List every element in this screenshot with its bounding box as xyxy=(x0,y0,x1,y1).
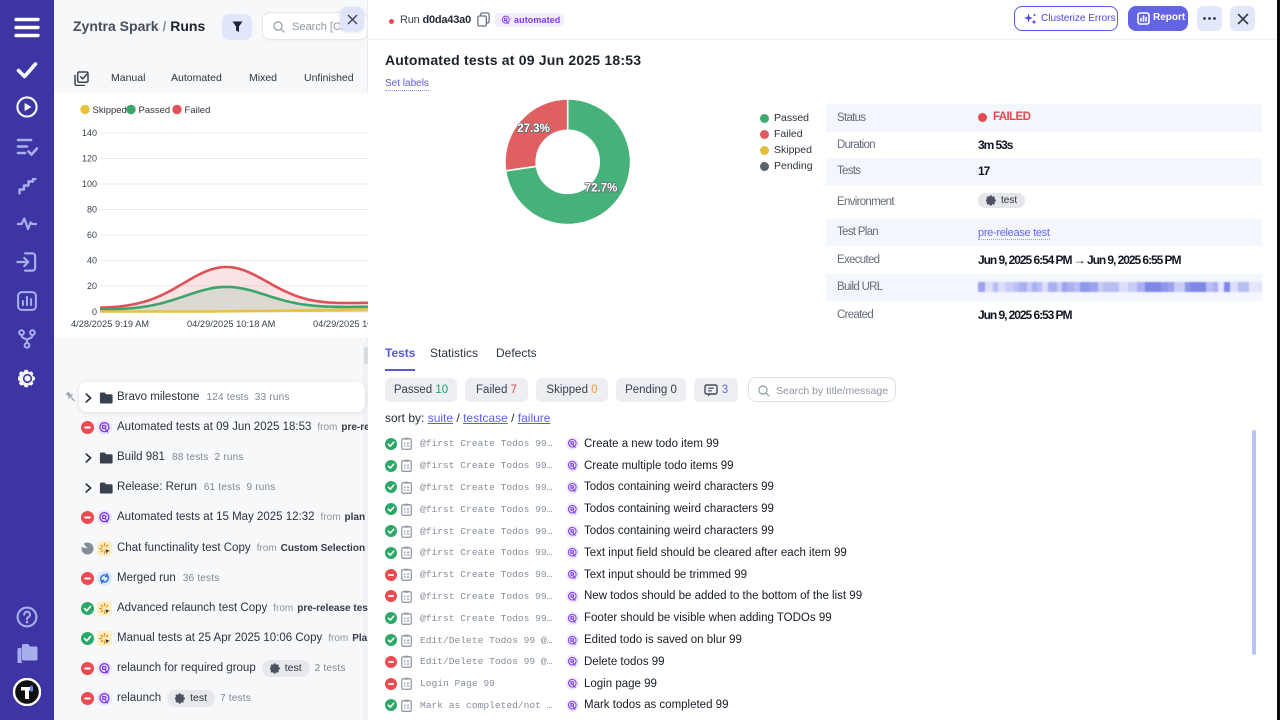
svg-text:100: 100 xyxy=(82,179,97,189)
svg-text:72.7%: 72.7% xyxy=(585,183,618,195)
svg-text:0: 0 xyxy=(92,307,97,317)
svg-text:Failed: Failed xyxy=(185,105,211,116)
svg-text:04/29/2025 10:18 AM: 04/29/2025 10:18 AM xyxy=(187,319,275,329)
svg-text:120: 120 xyxy=(82,154,97,164)
svg-text:Skipped: Skipped xyxy=(93,105,127,116)
svg-text:27.3%: 27.3% xyxy=(517,123,550,135)
svg-text:Passed: Passed xyxy=(139,105,171,116)
svg-text:60: 60 xyxy=(87,230,97,240)
svg-text:140: 140 xyxy=(82,128,97,138)
svg-text:20: 20 xyxy=(87,281,97,291)
svg-text:80: 80 xyxy=(87,205,97,215)
svg-text:04/29/2025 10:: 04/29/2025 10: xyxy=(313,319,368,329)
svg-text:4/28/2025 9:19 AM: 4/28/2025 9:19 AM xyxy=(71,319,149,329)
svg-text:40: 40 xyxy=(87,256,97,266)
